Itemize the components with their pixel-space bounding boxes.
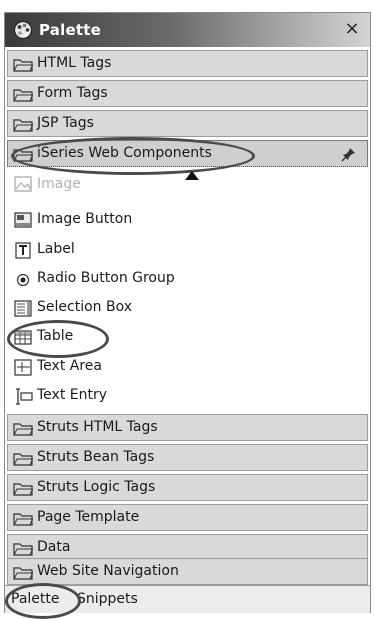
drawer-label: JSP Tags [37,115,94,131]
tool-text-entry[interactable]: Text Entry [7,382,368,410]
tool-label: Text Area [37,358,102,374]
tool-selection-box[interactable]: Selection Box [7,294,368,322]
folder-icon [13,89,33,102]
drawer-label: Page Template [37,509,140,525]
folder-icon [13,59,33,72]
drawer-label: Data [37,539,71,555]
tool-radio-button-group[interactable]: Radio Button Group [7,265,368,293]
tool-image[interactable]: Image [7,176,368,206]
drawer-label: Form Tags [37,85,108,101]
image-button-icon [14,212,32,228]
table-icon [14,330,32,345]
drawer-label: HTML Tags [37,55,112,71]
pin-icon[interactable] [341,146,357,162]
tool-label: Radio Button Group [37,270,175,286]
tool-label: Text Entry [37,387,108,403]
drawer-page-template[interactable]: Page Template [7,504,368,531]
text-entry-icon [16,388,33,405]
drawer-label: Struts HTML Tags [37,419,158,435]
palette-icon [13,20,33,40]
drawer-label: Struts Logic Tags [37,479,156,495]
palette-titlebar: Palette × [5,13,370,47]
drawer-html-tags[interactable]: HTML Tags [7,50,368,77]
folder-icon [13,513,33,526]
tool-label: Image Button [37,211,133,227]
drawer-struts-html-tags[interactable]: Struts HTML Tags [7,414,368,441]
label-icon [15,242,31,259]
folder-icon [13,483,33,496]
tool-table[interactable]: Table [7,323,368,351]
tool-label: Image [37,176,81,192]
view-tab-strip: Palette Snippets [5,585,370,613]
tab-palette[interactable]: Palette [11,591,60,607]
tool-image-button[interactable]: Image Button [7,206,368,234]
tool-text-area[interactable]: Text Area [7,353,368,381]
drawer-label: Web Site Navigation [37,563,179,579]
radio-icon [16,273,30,287]
folder-open-icon [13,149,33,162]
folder-icon [13,567,33,580]
folder-icon [13,453,33,466]
close-icon[interactable]: × [342,18,362,40]
tool-label[interactable]: Label [7,236,368,264]
palette-title: Palette [39,21,101,39]
image-icon [14,176,32,192]
drawer-label: iSeries Web Components [37,145,212,161]
drawer-struts-bean-tags[interactable]: Struts Bean Tags [7,444,368,471]
drawer-data[interactable]: Data [7,534,368,561]
drawer-form-tags[interactable]: Form Tags [7,80,368,107]
drawer-web-site-navigation[interactable]: Web Site Navigation [7,558,368,585]
tool-label: Selection Box [37,299,132,315]
selection-box-icon [14,300,32,317]
tool-label: Table [37,328,74,344]
text-area-icon [14,359,32,376]
tool-label: Label [37,241,75,257]
folder-icon [13,119,33,132]
palette-view: Palette × HTML Tags Form Tags JSP Tags i… [4,12,371,619]
drawer-struts-logic-tags[interactable]: Struts Logic Tags [7,474,368,501]
drawer-jsp-tags[interactable]: JSP Tags [7,110,368,137]
drawer-iseries-web-components[interactable]: iSeries Web Components [7,140,368,167]
drawer-label: Struts Bean Tags [37,449,155,465]
folder-icon [13,543,33,556]
tab-snippets[interactable]: Snippets [77,591,138,607]
folder-icon [13,423,33,436]
